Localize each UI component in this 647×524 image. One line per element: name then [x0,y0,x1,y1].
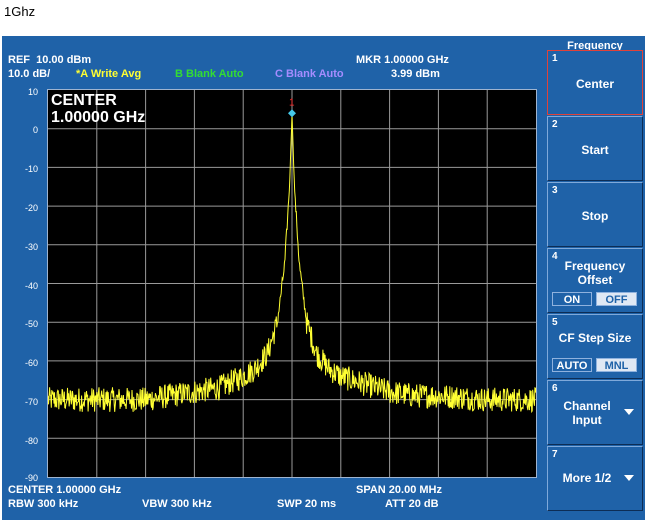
softkey-label: Channel [563,399,611,413]
y-tick: -70 [24,397,38,407]
spectrum-plot: 1 [48,90,536,477]
dropdown-arrow-icon [624,409,634,415]
y-tick: -30 [24,242,38,252]
dropdown-arrow-icon [624,475,634,481]
softkey-number: 7 [552,449,558,460]
marker-level: 3.99 dBm [391,68,440,80]
scale-label: 10.0 dB/ [8,68,51,80]
step-manual-toggle[interactable]: MNL [596,358,637,372]
trace-a-label: *A Write Avg [76,68,142,80]
offset-on-toggle[interactable]: ON [552,292,592,306]
footer-sweep-time: SWP 20 ms [277,498,337,510]
center-value: 1.00000 GHz [51,109,146,126]
footer-span: SPAN 20.00 MHz [356,484,442,496]
softkey-number: 6 [552,383,558,394]
offset-off-toggle[interactable]: OFF [596,292,637,306]
footer-vbw: VBW 300 kHz [142,498,212,510]
softkey-center[interactable]: 1 Center [547,50,643,115]
softkey-number: 5 [552,317,558,328]
softkey-label-line2: Offset [577,273,613,287]
softkey-label: Frequency [564,259,626,273]
marker-diamond[interactable] [288,109,296,118]
footer-rbw: RBW 300 kHz [8,498,79,510]
softkey-frequency-offset[interactable]: 4 Frequency Offset ON OFF [547,248,643,313]
softkey-channel-input[interactable]: 6 Channel Input [547,380,643,445]
y-tick: -20 [24,203,38,213]
y-tick: -40 [24,281,38,291]
ref-text: REF [8,54,30,66]
softkey-number: 1 [552,53,558,64]
softkey-cf-step-size[interactable]: 5 CF Step Size AUTO MNL [547,314,643,379]
spectrum-analyzer-display: REF 10.00 dBm 10.0 dB/ *A Write Avg B Bl… [2,36,645,520]
ref-label: REF 10.00 dBm [8,54,91,67]
window-caption: 1Ghz [4,4,36,19]
softkey-panel: Frequency 1 Center 2 Start 3 Stop 4 Freq… [547,40,643,520]
y-tick: -80 [24,436,38,446]
footer-attenuation: ATT 20 dB [385,498,439,510]
softkey-start[interactable]: 2 Start [547,116,643,181]
center-title: CENTER [51,92,117,109]
softkey-more[interactable]: 7 More 1/2 [547,446,643,511]
marker-frequency: MKR 1.00000 GHz [356,54,449,66]
y-tick: -50 [24,319,38,329]
softkey-label: Center [575,77,614,91]
y-tick: -10 [24,164,38,174]
y-tick: 10 [27,87,38,97]
step-auto-toggle[interactable]: AUTO [552,358,592,372]
center-frequency-display: CENTER 1.00000 GHz [51,92,145,126]
y-tick: -90 [24,473,38,483]
footer-center-frequency: CENTER 1.00000 GHz [8,484,122,496]
softkey-label: Start [581,143,609,157]
trace-c-label: C Blank Auto [275,68,344,80]
ref-level: 10.00 dBm [36,54,92,66]
y-tick: 0 [32,125,38,135]
softkey-label: CF Step Size [558,331,632,345]
spectrum-graticule: 1 CENTER 1.00000 GHz [47,89,537,478]
softkey-number: 3 [552,185,558,196]
softkey-stop[interactable]: 3 Stop [547,182,643,247]
softkey-label: More 1/2 [562,471,612,485]
softkey-number: 2 [552,119,558,130]
softkey-label: Stop [581,209,609,223]
marker-number-label: 1 [289,97,295,108]
softkey-label-line2: Input [572,413,602,427]
y-tick: -60 [24,358,38,368]
trace-b-label: B Blank Auto [175,68,244,80]
